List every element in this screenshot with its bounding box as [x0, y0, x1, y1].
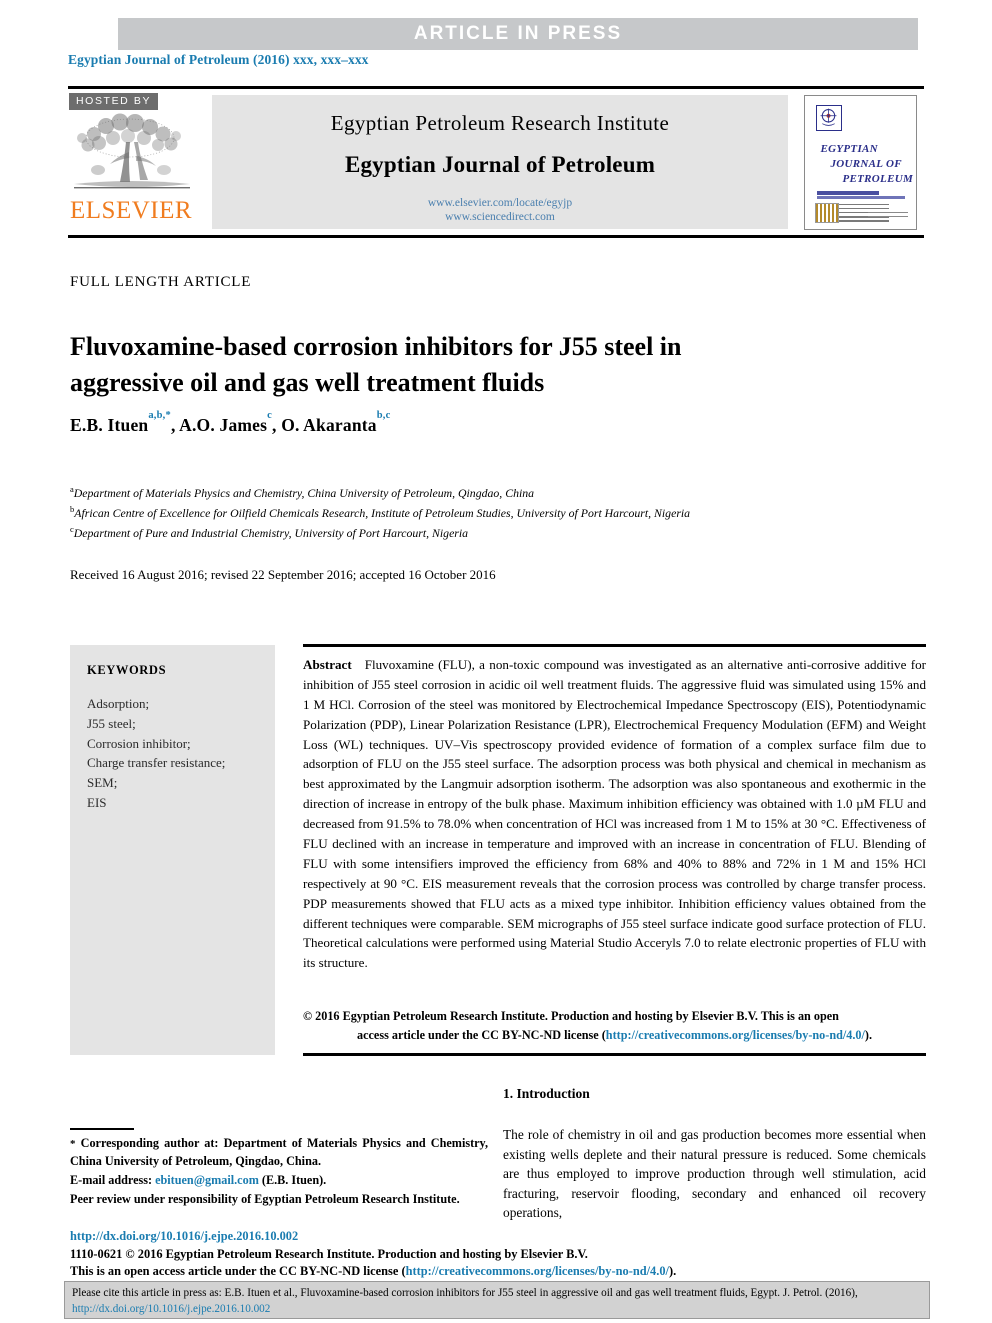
- footnote-separator-rule: [70, 1128, 134, 1130]
- affiliation-text: African Centre of Excellence for Oilfiel…: [74, 505, 691, 520]
- cover-footer-image: [814, 202, 839, 223]
- email-note: E-mail address: ebituen@gmail.com (E.B. …: [70, 1172, 488, 1189]
- author-affil-marker: b,c: [376, 409, 391, 421]
- affiliation-list: aDepartment of Materials Physics and Che…: [70, 483, 930, 543]
- affiliation-item: bAfrican Centre of Excellence for Oilfie…: [70, 503, 930, 523]
- peer-review-note: Peer review under responsibility of Egyp…: [70, 1192, 460, 1207]
- epri-seal-icon: [815, 104, 842, 131]
- license-text-pre: access article under the CC BY-NC-ND lic…: [357, 1027, 606, 1042]
- citation-doi-link[interactable]: http://dx.doi.org/10.1016/j.ejpe.2016.10…: [72, 1303, 270, 1315]
- hosted-by-badge: HOSTED BY: [69, 93, 159, 110]
- keywords-heading: KEYWORDS: [87, 663, 167, 677]
- cc-license-link[interactable]: http://creativecommons.org/licenses/by-n…: [606, 1028, 865, 1042]
- abstract-label: Abstract: [303, 657, 352, 672]
- elsevier-locate-link[interactable]: www.elsevier.com/locate/egyjp: [428, 196, 572, 210]
- institute-name: Egyptian Petroleum Research Institute: [330, 111, 670, 135]
- email-label: E-mail address:: [70, 1172, 153, 1187]
- citation-notice-box: Please cite this article in press as: E.…: [64, 1281, 930, 1319]
- abstract-copyright: © 2016 Egyptian Petroleum Research Insti…: [303, 1008, 926, 1044]
- keyword-item: Adsorption;: [87, 696, 150, 711]
- doi-link[interactable]: http://dx.doi.org/10.1016/j.ejpe.2016.10…: [70, 1228, 770, 1246]
- keyword-item: J55 steel;: [87, 715, 136, 731]
- abstract-block: Abstract Fluvoxamine (FLU), a non-toxic …: [303, 655, 926, 973]
- page-title: Fluvoxamine-based corrosion inhibitors f…: [70, 332, 682, 398]
- journal-masthead: HOSTED BY ELSEVIER Egyptian Petroleum Re…: [68, 86, 924, 238]
- article-type-label: FULL LENGTH ARTICLE: [70, 274, 252, 290]
- journal-web-links: www.elsevier.com/locate/egyjp www.scienc…: [428, 196, 572, 225]
- abstract-bottom-rule: [303, 1053, 926, 1056]
- author-affil-marker: a,b,*: [148, 409, 171, 421]
- elsevier-logo-block: HOSTED BY ELSEVIER: [68, 89, 200, 235]
- asterisk-icon: *: [70, 1138, 76, 1150]
- cover-line-1: EGYPTIAN: [820, 142, 878, 155]
- affiliation-item: cDepartment of Pure and Industrial Chemi…: [70, 523, 930, 543]
- footnotes-block: * Corresponding author at: Department of…: [70, 1135, 488, 1211]
- abstract-top-rule: [303, 644, 926, 647]
- corresponding-author-note: * Corresponding author at: Department of…: [70, 1135, 488, 1170]
- author-name: E.B. Ituen: [70, 415, 149, 435]
- keyword-item: EIS: [87, 794, 107, 810]
- license-suffix: ).: [668, 1264, 677, 1279]
- journal-cover-block: EGYPTIAN JOURNAL OF PETROLEUM: [796, 89, 924, 235]
- sciencedirect-link[interactable]: www.sciencedirect.com: [428, 210, 572, 224]
- cover-line-2: JOURNAL OF: [830, 157, 902, 170]
- article-in-press-banner: ARTICLE IN PRESS: [118, 18, 918, 50]
- elsevier-wordmark: ELSEVIER: [70, 197, 193, 224]
- affiliation-text: Department of Pure and Industrial Chemis…: [73, 525, 469, 540]
- affiliation-item: aDepartment of Materials Physics and Che…: [70, 483, 930, 503]
- corresponding-author-text: Corresponding author at: Department of M…: [70, 1136, 489, 1168]
- article-history: Received 16 August 2016; revised 22 Sept…: [70, 567, 496, 582]
- cover-footer-caption: [867, 211, 908, 220]
- journal-cover-thumbnail: EGYPTIAN JOURNAL OF PETROLEUM: [803, 94, 917, 230]
- introduction-paragraph: The role of chemistry in oil and gas pro…: [503, 1127, 926, 1221]
- affiliation-text: Department of Materials Physics and Chem…: [73, 485, 535, 500]
- author-name: A.O. James: [179, 415, 268, 435]
- keyword-item: SEM;: [87, 775, 118, 790]
- publisher-block: http://dx.doi.org/10.1016/j.ejpe.2016.10…: [70, 1228, 770, 1281]
- cover-rule-1: [816, 190, 879, 195]
- cover-line-3: PETROLEUM: [842, 172, 914, 185]
- section-heading-introduction: 1. Introduction: [503, 1086, 590, 1101]
- elsevier-tree-icon: [68, 112, 196, 200]
- email-suffix: (E.B. Ituen).: [261, 1172, 327, 1187]
- abstract-text: Fluvoxamine (FLU), a non-toxic compound …: [303, 657, 926, 971]
- author-affil-marker: c: [267, 409, 273, 421]
- journal-title: Egyptian Journal of Petroleum: [344, 152, 656, 177]
- issn-copyright-line: 1110-0621 © 2016 Egyptian Petroleum Rese…: [70, 1246, 588, 1261]
- journal-title-panel: Egyptian Petroleum Research Institute Eg…: [212, 95, 788, 229]
- author-list: E.B. Ituena,b,*, A.O. Jamesc, O. Akarant…: [70, 409, 391, 435]
- journal-reference-line: Egyptian Journal of Petroleum (2016) xxx…: [68, 52, 369, 67]
- author-name: O. Akaranta: [281, 415, 377, 435]
- cc-license-link-footer[interactable]: http://creativecommons.org/licenses/by-n…: [406, 1264, 669, 1278]
- keywords-list: Adsorption; J55 steel; Corrosion inhibit…: [87, 694, 259, 813]
- copyright-text: © 2016 Egyptian Petroleum Research Insti…: [303, 1009, 839, 1023]
- keywords-box: KEYWORDS Adsorption; J55 steel; Corrosio…: [70, 645, 275, 1055]
- keyword-item: Corrosion inhibitor;: [87, 735, 191, 751]
- citation-text: Please cite this article in press as: E.…: [72, 1287, 858, 1299]
- open-access-license-line: This is an open access article under the…: [70, 1263, 770, 1281]
- email-link[interactable]: ebituen@gmail.com: [155, 1173, 259, 1187]
- keyword-item: Charge transfer resistance;: [87, 755, 226, 771]
- cover-rule-2: [816, 195, 905, 199]
- license-prefix: This is an open access article under the…: [70, 1264, 406, 1279]
- license-text-post: ).: [864, 1027, 872, 1042]
